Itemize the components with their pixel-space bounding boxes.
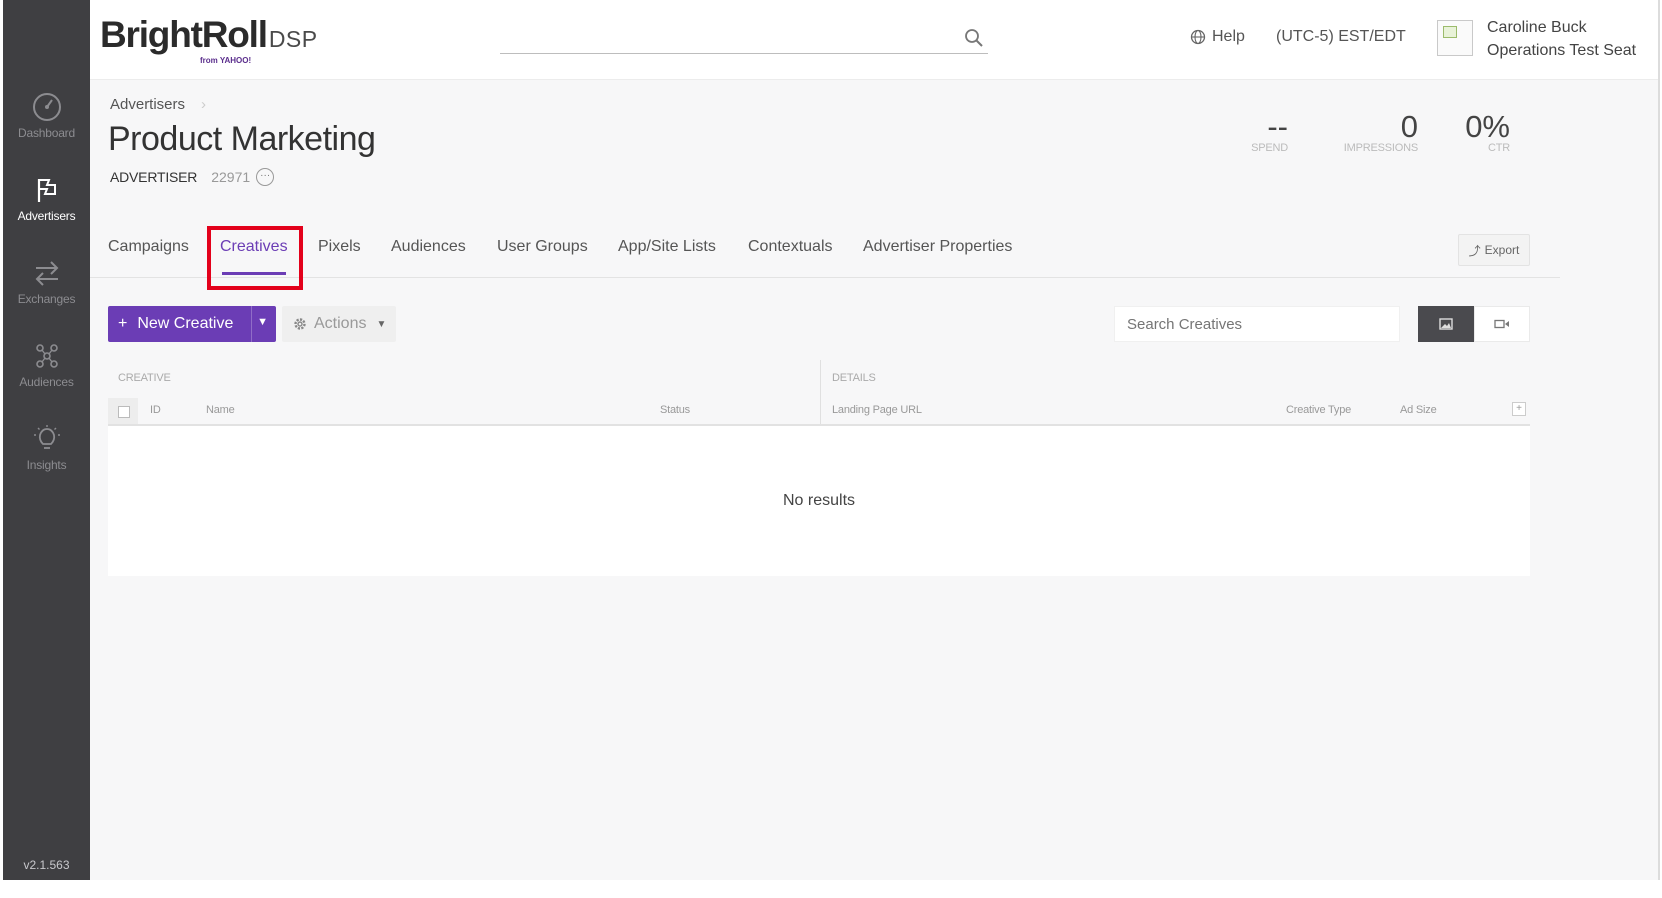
col-status[interactable]: Status <box>660 404 690 416</box>
breadcrumb: Advertisers › <box>110 96 206 113</box>
caret-down-icon[interactable]: ▼ <box>257 316 268 328</box>
breadcrumb-advertisers[interactable]: Advertisers <box>110 96 185 113</box>
nav-label-dashboard: Dashboard <box>18 126 75 140</box>
table-column-headers: ID Name Status Landing Page URL Creative… <box>108 396 1530 426</box>
actions-label: Actions <box>314 315 367 332</box>
left-nav-sidebar: Dashboard Advertisers Exchanges Audience… <box>3 0 90 880</box>
nav-label-insights: Insights <box>26 458 67 472</box>
app-version: v2.1.563 <box>23 858 70 872</box>
view-video-toggle[interactable] <box>1474 306 1530 342</box>
video-icon <box>1494 319 1509 329</box>
search-icon[interactable] <box>964 28 984 48</box>
nav-item-insights[interactable]: Insights <box>3 424 90 472</box>
export-button[interactable]: ⤴ Export <box>1458 234 1530 266</box>
stat-impressions-label: IMPRESSIONS <box>1343 142 1418 154</box>
more-options-icon[interactable]: ··· <box>256 168 275 186</box>
advertiser-type-label: ADVERTISER <box>110 169 198 185</box>
nav-label-exchanges: Exchanges <box>17 292 76 306</box>
user-name: Caroline Buck <box>1487 19 1587 36</box>
nav-item-advertisers[interactable]: Advertisers <box>3 175 90 223</box>
empty-state-text: No results <box>782 492 856 509</box>
gauge-icon <box>32 93 61 121</box>
tab-contextuals[interactable]: Contextuals <box>748 238 833 256</box>
add-column-icon[interactable]: + <box>1512 402 1526 416</box>
group-header-creative: CREATIVE <box>118 372 171 384</box>
nav-item-audiences[interactable]: Audiences <box>3 341 90 389</box>
globe-icon <box>1190 29 1206 45</box>
gear-icon <box>294 318 306 330</box>
tab-pixels[interactable]: Pixels <box>318 238 361 256</box>
nav-label-advertisers: Advertisers <box>17 209 76 223</box>
timezone-selector[interactable]: (UTC-5) EST/EDT <box>1276 28 1406 46</box>
user-menu[interactable]: Caroline Buck Operations Test Seat <box>1487 16 1636 62</box>
nav-item-dashboard[interactable]: Dashboard <box>3 92 90 140</box>
select-all-checkbox[interactable] <box>108 398 138 424</box>
plus-icon: + <box>118 315 128 332</box>
stat-ctr: 0% CTR <box>1450 109 1510 155</box>
tab-app-site-lists[interactable]: App/Site Lists <box>618 238 716 256</box>
actions-dropdown-button[interactable]: Actions ▼ <box>282 306 396 342</box>
audience-network-icon <box>35 344 58 368</box>
stat-impressions-value: 0 <box>1400 109 1418 144</box>
stat-ctr-value: 0% <box>1465 109 1510 144</box>
creatives-tab-highlight <box>207 226 303 290</box>
help-label: Help <box>1212 28 1245 45</box>
table-group-headers: CREATIVE DETAILS <box>108 360 1530 426</box>
tab-campaigns[interactable]: Campaigns <box>108 238 189 256</box>
advertiser-id: 22971 <box>211 169 251 185</box>
export-icon: ⤴ <box>1468 243 1481 258</box>
global-search-input[interactable] <box>500 22 988 54</box>
export-label: Export <box>1484 243 1520 257</box>
stat-spend-label: SPEND <box>1251 142 1288 154</box>
search-creatives-input[interactable] <box>1114 306 1400 342</box>
nav-item-exchanges[interactable]: Exchanges <box>3 258 90 306</box>
col-landing-page-url[interactable]: Landing Page URL <box>832 404 922 416</box>
stat-spend: -- SPEND <box>1208 109 1288 155</box>
advertiser-tabs: Campaigns Creatives Pixels Audiences Use… <box>90 220 1560 278</box>
tab-advertiser-properties[interactable]: Advertiser Properties <box>863 238 1012 256</box>
col-id[interactable]: ID <box>150 404 161 416</box>
caret-down-icon: ▼ <box>376 318 387 330</box>
view-display-toggle[interactable] <box>1418 306 1474 342</box>
exchange-arrows-icon <box>35 261 58 286</box>
group-header-details: DETAILS <box>832 372 876 384</box>
lightbulb-icon <box>33 425 60 449</box>
new-creative-label: New Creative <box>137 315 234 332</box>
brand-product: DSP <box>268 26 318 52</box>
page-title: Product Marketing <box>108 120 376 158</box>
tab-user-groups[interactable]: User Groups <box>497 238 588 256</box>
new-creative-button[interactable]: + New Creative ▼ <box>108 306 276 342</box>
main-content: Advertisers › Product Marketing ADVERTISE… <box>90 80 1660 880</box>
creatives-table: CREATIVE DETAILS ID Name Status Landing … <box>108 360 1530 576</box>
brand-logo[interactable]: BrightRollDSP from YAHOO! <box>100 14 318 65</box>
stat-impressions: 0 IMPRESSIONS <box>1318 109 1418 155</box>
brand-sub: from YAHOO! <box>200 56 252 65</box>
brand-name: BrightRoll <box>100 14 268 55</box>
advertiser-meta: ADVERTISER 22971 ··· <box>110 168 275 186</box>
help-link[interactable]: Help <box>1190 28 1245 46</box>
tab-audiences[interactable]: Audiences <box>391 238 466 256</box>
window-edge <box>1658 0 1660 880</box>
user-seat: Operations Test Seat <box>1487 42 1637 59</box>
col-creative-type[interactable]: Creative Type <box>1286 404 1351 416</box>
col-name[interactable]: Name <box>206 404 235 416</box>
flag-icon <box>37 179 56 202</box>
chevron-right-icon: › <box>201 96 207 113</box>
avatar[interactable] <box>1437 20 1473 56</box>
top-header: BrightRollDSP from YAHOO! Help (UTC-5) E… <box>90 0 1660 80</box>
table-body: No results <box>108 426 1530 576</box>
image-icon <box>1439 318 1453 330</box>
nav-label-audiences: Audiences <box>19 375 74 389</box>
split-divider <box>251 306 252 342</box>
stat-spend-value: -- <box>1267 109 1288 144</box>
col-ad-size[interactable]: Ad Size <box>1400 404 1437 416</box>
